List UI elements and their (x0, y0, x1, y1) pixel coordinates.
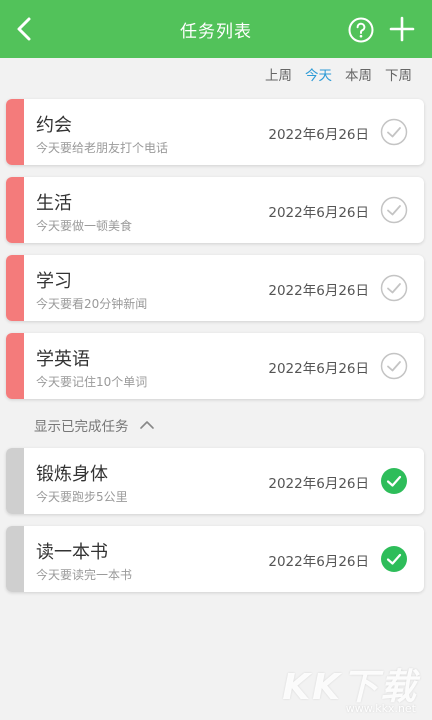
task-date: 2022年6月26日 (268, 205, 369, 221)
tab-this-week[interactable]: 本周 (345, 64, 372, 86)
task-subtitle: 今天要读完一本书 (36, 568, 133, 582)
plus-icon[interactable] (388, 15, 416, 43)
week-tabs: 上周 今天 本周 下周 (265, 64, 412, 86)
check-circle-filled-icon[interactable] (380, 545, 408, 573)
task-subtitle: 今天要做一顿美食 (36, 219, 133, 233)
task-date: 2022年6月26日 (268, 283, 369, 299)
check-circle-outline-icon[interactable] (380, 196, 408, 224)
task-date: 2022年6月26日 (268, 554, 369, 570)
show-completed-toggle[interactable]: 显示已完成任务 (34, 414, 155, 436)
task-priority-bar (6, 99, 24, 165)
check-circle-outline-icon[interactable] (380, 274, 408, 302)
chevron-left-icon[interactable] (10, 14, 40, 44)
page-title: 任务列表 (180, 21, 252, 42)
check-circle-outline-icon[interactable] (380, 118, 408, 146)
task-title: 锻炼身体 (36, 464, 108, 485)
task-subtitle: 今天要跑步5公里 (36, 490, 128, 504)
task-title: 读一本书 (36, 542, 108, 563)
tab-last-week[interactable]: 上周 (265, 64, 292, 86)
watermark-url: www.kkx.net (345, 702, 416, 715)
task-priority-bar (6, 526, 24, 592)
question-circle-icon[interactable] (348, 17, 374, 43)
check-circle-filled-icon[interactable] (380, 467, 408, 495)
task-card-completed[interactable]: 读一本书 今天要读完一本书 2022年6月26日 (6, 526, 424, 592)
task-subtitle: 今天要看20分钟新闻 (36, 297, 148, 311)
chevron-up-icon (139, 421, 154, 429)
app-header: 任务列表 (0, 0, 432, 58)
task-card[interactable]: 生活 今天要做一顿美食 2022年6月26日 (6, 177, 424, 243)
task-title: 约会 (36, 115, 72, 136)
task-subtitle: 今天要记住10个单词 (36, 375, 148, 389)
task-card[interactable]: 约会 今天要给老朋友打个电话 2022年6月26日 (6, 99, 424, 165)
check-circle-outline-icon[interactable] (380, 352, 408, 380)
task-title: 学习 (36, 271, 72, 292)
task-title: 学英语 (36, 349, 90, 370)
task-date: 2022年6月26日 (268, 361, 369, 377)
task-priority-bar (6, 255, 24, 321)
task-date: 2022年6月26日 (268, 127, 369, 143)
task-card-completed[interactable]: 锻炼身体 今天要跑步5公里 2022年6月26日 (6, 448, 424, 514)
show-completed-label: 显示已完成任务 (34, 419, 129, 435)
task-date: 2022年6月26日 (268, 476, 369, 492)
task-priority-bar (6, 177, 24, 243)
task-card[interactable]: 学习 今天要看20分钟新闻 2022年6月26日 (6, 255, 424, 321)
task-priority-bar (6, 448, 24, 514)
tab-today[interactable]: 今天 (305, 64, 332, 86)
tab-next-week[interactable]: 下周 (385, 64, 412, 86)
task-card[interactable]: 学英语 今天要记住10个单词 2022年6月26日 (6, 333, 424, 399)
task-subtitle: 今天要给老朋友打个电话 (36, 141, 169, 155)
task-priority-bar (6, 333, 24, 399)
task-title: 生活 (36, 193, 72, 214)
